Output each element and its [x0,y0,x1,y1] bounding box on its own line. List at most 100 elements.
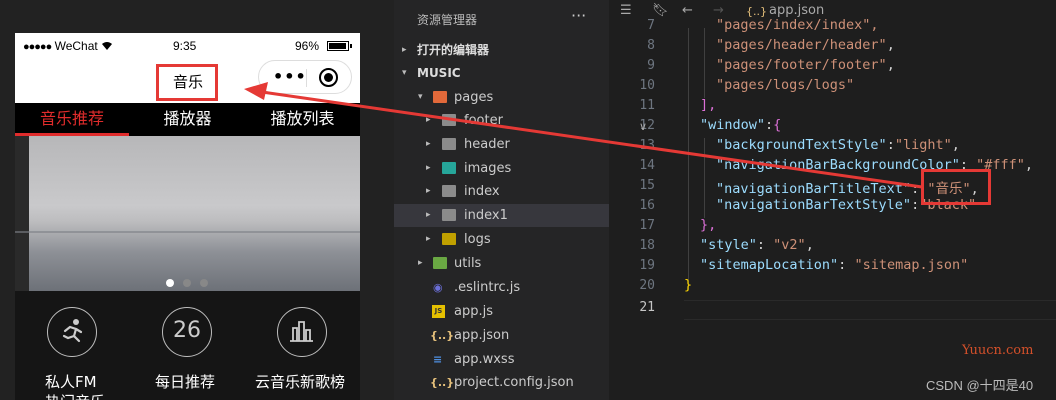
code-line-19: "sitemapLocation": "sitemap.json" [700,257,969,273]
code-line-17: }, [700,217,717,233]
tree-item-footer[interactable]: ▸ footer [394,109,609,132]
quick-label-hot[interactable]: 热门音乐 [45,391,105,400]
back-arrow-icon[interactable]: ← [682,3,693,18]
folder-icon [442,185,456,197]
file-explorer: 资源管理器 ··· ▸ 打开的编辑器 ▾ MUSIC ▾ pages ▸ foo… [394,0,609,400]
tree-item-app-wxss[interactable]: ≡ app.wxss [394,348,609,371]
breadcrumb-file[interactable]: app.json [769,3,824,18]
tab-playlist[interactable]: 播放列表 [245,103,360,136]
explorer-more-button[interactable]: ··· [571,6,586,25]
tab-music-recommend[interactable]: 音乐推荐 [15,103,129,136]
line-number: 10 [639,78,655,93]
line-number: 21 [639,300,655,315]
simulator-pane: ●●●●● WeChat 9:35 96% 音乐 ••• 音乐推荐 播放器 播放… [0,0,394,400]
code-line-8: "pages/header/header", [716,37,895,53]
line-number: 11 [639,98,655,113]
close-miniprogram-icon[interactable] [319,68,338,87]
line-number: 16 [639,198,655,213]
runner-icon[interactable] [47,307,97,357]
line-number: 15 [639,178,655,193]
chevron-down-icon: ▾ [402,68,407,78]
line-number: 19 [639,258,655,273]
folder-icon [442,233,456,245]
tree-item-eslintrc[interactable]: ◉ .eslintrc.js [394,276,609,299]
line-number: 12 [639,118,655,133]
tab-player[interactable]: 播放器 [130,103,245,136]
chevron-right-icon: ▸ [426,234,431,244]
battery-percent: 96% [295,39,320,53]
quick-label-newsongs[interactable]: 云音乐新歌榜 [255,371,345,392]
bookmark-icon[interactable]: 🔖︎ [652,3,669,18]
code-line-12: "window":{ [700,117,782,133]
fold-chevron-icon[interactable]: ∨ [639,120,647,133]
quick-label-fm[interactable]: 私人FM [45,371,97,392]
js-icon: JS [432,305,445,318]
folder-icon [442,114,456,126]
line-number: 7 [647,18,655,33]
tree-item-images[interactable]: ▸ images [394,157,609,180]
line-number: 13 [639,138,655,153]
json-icon: {..} [430,329,455,342]
swiper-dot[interactable] [166,279,174,287]
code-line-13: "backgroundTextStyle":"light", [716,137,960,153]
project-section[interactable]: ▾ MUSIC [394,62,609,85]
calendar-day-icon[interactable]: 26 [162,307,212,357]
tree-item-pages[interactable]: ▾ pages [394,86,609,109]
line-number: 20 [639,278,655,293]
tree-item-header[interactable]: ▸ header [394,133,609,156]
tree-item-app-js[interactable]: JS app.js [394,300,609,323]
code-line-20: } [684,277,693,293]
folder-icon [442,162,456,174]
code-line-10: "pages/logs/logs" [716,77,855,93]
chevron-down-icon: ▾ [418,92,423,102]
chevron-right-icon: ▸ [426,186,431,196]
watermark-csdn: CSDN @十四是40 [926,378,1034,393]
quick-label-daily[interactable]: 每日推荐 [155,371,215,392]
annotation-box-title [156,64,218,101]
line-number: 8 [647,38,655,53]
swiper-dot[interactable] [183,279,191,287]
explorer-title: 资源管理器 [417,13,478,27]
css-icon: ≡ [433,353,443,366]
status-time: 9:35 [173,39,197,53]
tree-item-app-json[interactable]: {..} app.json [394,324,609,347]
capsule-menu: ••• [258,60,352,94]
line-number: 14 [639,158,655,173]
open-editors-section[interactable]: ▸ 打开的编辑器 [394,39,609,62]
chevron-right-icon: ▸ [426,115,431,125]
annotation-box-code [921,169,991,205]
forward-arrow-icon[interactable]: → [713,3,724,18]
chevron-right-icon: ▸ [426,210,431,220]
tree-item-logs[interactable]: ▸ logs [394,228,609,251]
code-line-7: "pages/index/index", [716,17,879,33]
folder-icon [442,209,456,221]
swiper-dot[interactable] [200,279,208,287]
eslint-icon: ◉ [433,281,443,294]
chevron-right-icon: ▸ [418,258,423,268]
code-line-9: "pages/footer/footer", [716,57,895,73]
status-bar: ●●●●● WeChat 9:35 96% [15,33,360,59]
code-line-11: ], [700,97,717,113]
tree-item-project-config[interactable]: {..} project.config.json [394,371,609,394]
json-icon: {..} [430,376,455,389]
signal-icon: ●●●●● [23,41,52,53]
banner-swiper[interactable] [15,136,360,291]
folder-icon [433,91,447,103]
carrier-label: WeChat [54,39,98,53]
quick-entry-bar: 26 私人FM 每日推荐 云音乐新歌榜 热门音乐 [15,291,360,400]
folder-icon [433,257,447,269]
tree-item-utils[interactable]: ▸ utils [394,252,609,275]
chevron-right-icon: ▸ [426,139,431,149]
wifi-icon [102,42,113,50]
tree-item-index[interactable]: ▸ index [394,180,609,203]
code-line-18: "style": "v2", [700,237,814,253]
chart-icon[interactable] [277,307,327,357]
line-number: 17 [639,218,655,233]
list-icon[interactable]: ☰ [620,3,632,18]
line-number: 9 [647,58,655,73]
line-number: 18 [639,238,655,253]
more-button[interactable]: ••• [273,67,307,86]
tree-item-index1[interactable]: ▸ index1 [394,204,609,227]
signal-carrier: ●●●●● WeChat [23,39,113,53]
current-line-highlight [684,300,1056,320]
